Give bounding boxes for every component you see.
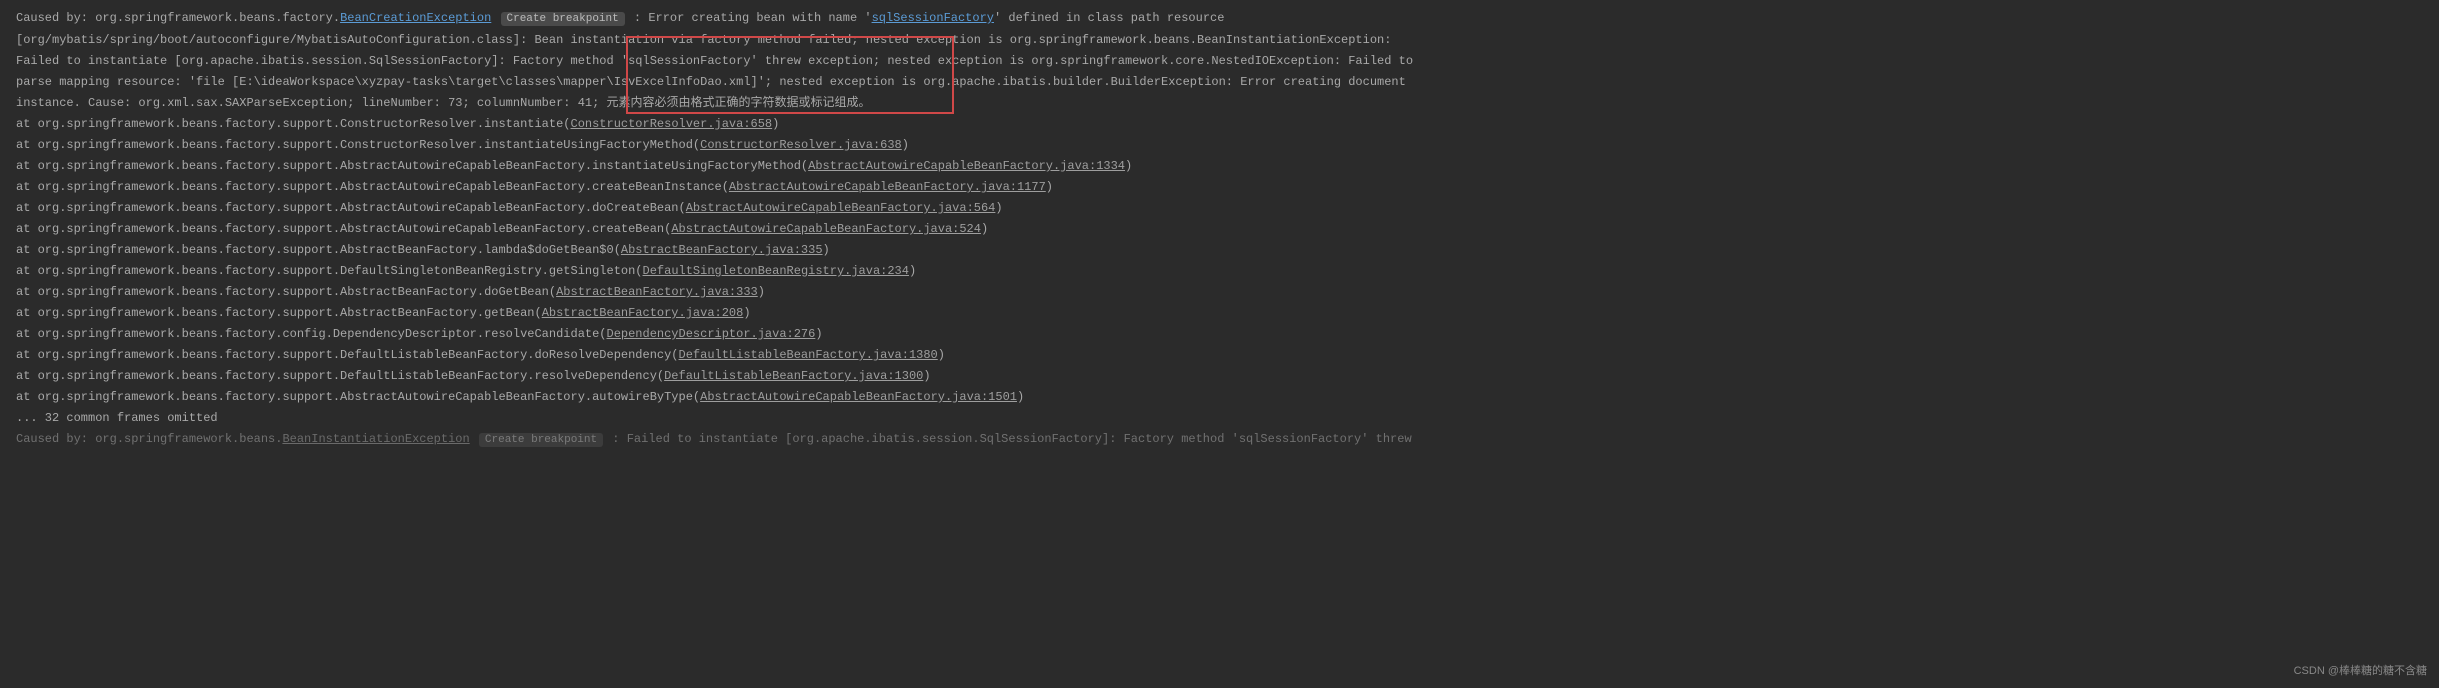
console-output: Caused by: org.springframework.beans.fac… — [16, 8, 2423, 451]
stack-suffix-text: ) — [815, 327, 822, 341]
text-segment: : Error creating bean with name ' — [627, 11, 872, 25]
stack-suffix-text: ) — [772, 117, 779, 131]
stacktrace-line: at org.springframework.beans.factory.sup… — [16, 135, 2423, 156]
source-file-link[interactable]: DefaultSingletonBeanRegistry.java:234 — [643, 264, 909, 278]
stacktrace-list: at org.springframework.beans.factory.sup… — [16, 114, 2423, 408]
stack-method-text: at org.springframework.beans.factory.sup… — [16, 159, 808, 173]
exception-class-link[interactable]: BeanCreationException — [340, 11, 491, 25]
stack-method-text: at org.springframework.beans.factory.con… — [16, 327, 607, 341]
text-segment: ' defined in class path resource — [994, 11, 1224, 25]
create-breakpoint-badge[interactable]: Create breakpoint — [479, 433, 603, 447]
stacktrace-line: at org.springframework.beans.factory.sup… — [16, 240, 2423, 261]
stacktrace-line: at org.springframework.beans.factory.sup… — [16, 282, 2423, 303]
source-file-link[interactable]: AbstractBeanFactory.java:333 — [556, 285, 758, 299]
stack-suffix-text: ) — [995, 201, 1002, 215]
stack-method-text: at org.springframework.beans.factory.sup… — [16, 138, 700, 152]
stacktrace-line: at org.springframework.beans.factory.sup… — [16, 114, 2423, 135]
source-file-link[interactable]: AbstractBeanFactory.java:335 — [621, 243, 823, 257]
source-file-link[interactable]: AbstractAutowireCapableBeanFactory.java:… — [729, 180, 1046, 194]
source-file-link[interactable]: AbstractAutowireCapableBeanFactory.java:… — [671, 222, 981, 236]
source-file-link[interactable]: AbstractAutowireCapableBeanFactory.java:… — [808, 159, 1125, 173]
source-file-link[interactable]: DependencyDescriptor.java:276 — [607, 327, 816, 341]
stack-suffix-text: ) — [743, 306, 750, 320]
source-file-link[interactable]: DefaultListableBeanFactory.java:1300 — [664, 369, 923, 383]
text-segment: Caused by: org.springframework.beans. — [16, 432, 282, 446]
watermark-text: CSDN @棒棒糖的糖不含糖 — [2294, 661, 2427, 682]
exception-detail-line: [org/mybatis/spring/boot/autoconfigure/M… — [16, 30, 2423, 51]
exception-footer-line: Caused by: org.springframework.beans.Bea… — [16, 429, 2423, 451]
stacktrace-line: at org.springframework.beans.factory.sup… — [16, 345, 2423, 366]
create-breakpoint-badge[interactable]: Create breakpoint — [501, 12, 625, 26]
stacktrace-line: at org.springframework.beans.factory.sup… — [16, 387, 2423, 408]
source-file-link[interactable]: AbstractBeanFactory.java:208 — [542, 306, 744, 320]
stack-suffix-text: ) — [938, 348, 945, 362]
stack-method-text: at org.springframework.beans.factory.sup… — [16, 201, 686, 215]
stacktrace-line: at org.springframework.beans.factory.sup… — [16, 303, 2423, 324]
stack-suffix-text: ) — [1046, 180, 1053, 194]
stacktrace-line: at org.springframework.beans.factory.sup… — [16, 219, 2423, 240]
source-file-link[interactable]: AbstractAutowireCapableBeanFactory.java:… — [686, 201, 996, 215]
exception-detail-line: parse mapping resource: 'file [E:\ideaWo… — [16, 72, 2423, 93]
stack-method-text: at org.springframework.beans.factory.sup… — [16, 243, 621, 257]
bean-name-link[interactable]: sqlSessionFactory — [872, 11, 994, 25]
stack-method-text: at org.springframework.beans.factory.sup… — [16, 390, 700, 404]
stacktrace-line: at org.springframework.beans.factory.sup… — [16, 177, 2423, 198]
stack-method-text: at org.springframework.beans.factory.sup… — [16, 369, 664, 383]
stack-suffix-text: ) — [902, 138, 909, 152]
stacktrace-line: at org.springframework.beans.factory.sup… — [16, 198, 2423, 219]
exception-detail-line: Failed to instantiate [org.apache.ibatis… — [16, 51, 2423, 72]
source-file-link[interactable]: ConstructorResolver.java:638 — [700, 138, 902, 152]
source-file-link[interactable]: DefaultListableBeanFactory.java:1380 — [679, 348, 938, 362]
exception-class-link[interactable]: BeanInstantiationException — [282, 432, 469, 446]
stack-method-text: at org.springframework.beans.factory.sup… — [16, 117, 571, 131]
frames-omitted-line: ... 32 common frames omitted — [16, 408, 2423, 429]
stack-method-text: at org.springframework.beans.factory.sup… — [16, 306, 542, 320]
stack-suffix-text: ) — [981, 222, 988, 236]
stacktrace-line: at org.springframework.beans.factory.sup… — [16, 366, 2423, 387]
stack-suffix-text: ) — [758, 285, 765, 299]
stack-method-text: at org.springframework.beans.factory.sup… — [16, 180, 729, 194]
stack-method-text: at org.springframework.beans.factory.sup… — [16, 348, 679, 362]
stacktrace-line: at org.springframework.beans.factory.sup… — [16, 261, 2423, 282]
stacktrace-line: at org.springframework.beans.factory.con… — [16, 324, 2423, 345]
exception-detail-line: instance. Cause: org.xml.sax.SAXParseExc… — [16, 93, 2423, 114]
text-segment: Caused by: org.springframework.beans.fac… — [16, 11, 340, 25]
source-file-link[interactable]: AbstractAutowireCapableBeanFactory.java:… — [700, 390, 1017, 404]
stack-method-text: at org.springframework.beans.factory.sup… — [16, 222, 671, 236]
stack-method-text: at org.springframework.beans.factory.sup… — [16, 264, 643, 278]
stack-suffix-text: ) — [1017, 390, 1024, 404]
stack-suffix-text: ) — [1125, 159, 1132, 173]
stack-suffix-text: ) — [923, 369, 930, 383]
exception-header-line: Caused by: org.springframework.beans.fac… — [16, 8, 2423, 30]
text-segment: : Failed to instantiate [org.apache.ibat… — [605, 432, 1412, 446]
stacktrace-line: at org.springframework.beans.factory.sup… — [16, 156, 2423, 177]
stack-suffix-text: ) — [823, 243, 830, 257]
stack-method-text: at org.springframework.beans.factory.sup… — [16, 285, 556, 299]
stack-suffix-text: ) — [909, 264, 916, 278]
source-file-link[interactable]: ConstructorResolver.java:658 — [571, 117, 773, 131]
